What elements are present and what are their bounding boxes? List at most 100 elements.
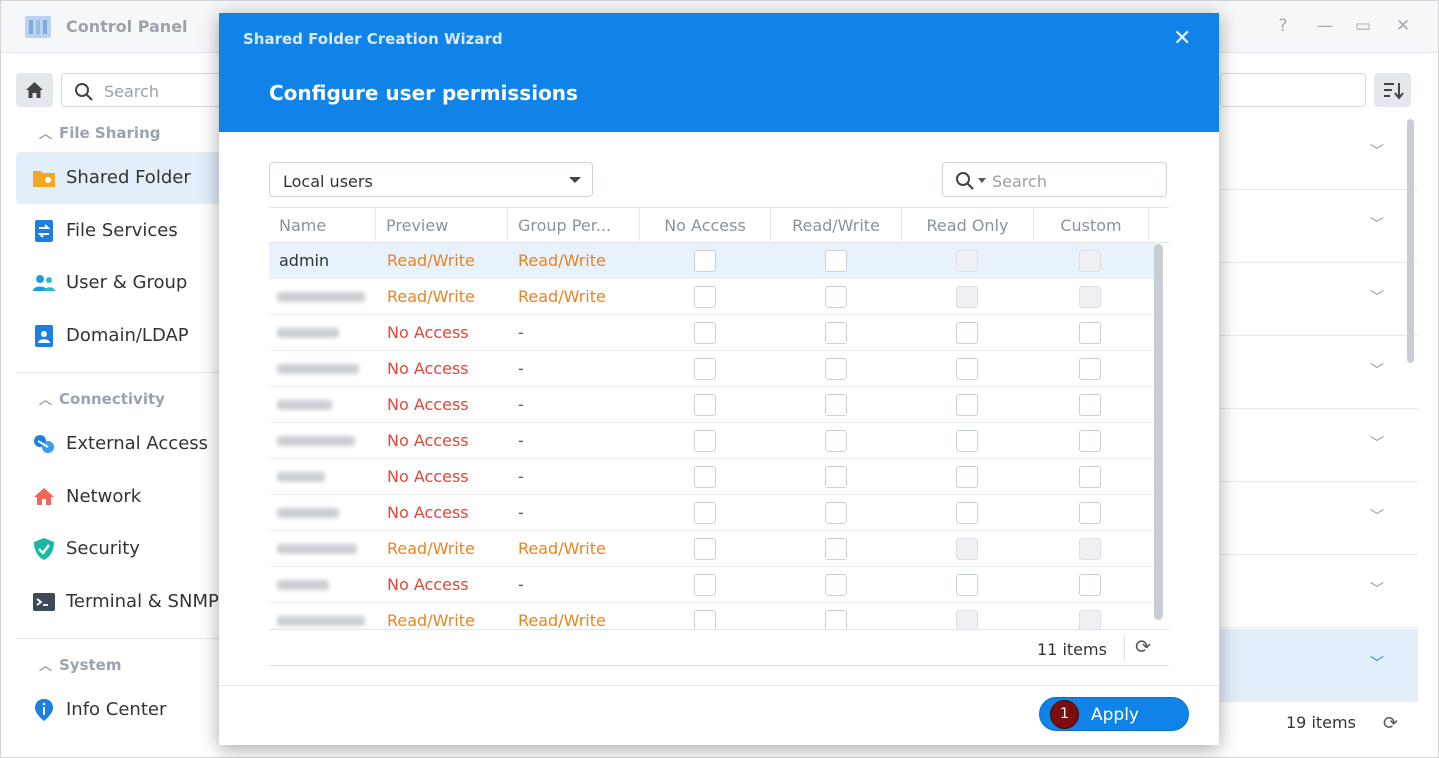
close-icon[interactable]: ✕ [1173, 26, 1191, 51]
table-scrollbar[interactable] [1154, 244, 1163, 620]
table-row[interactable]: No Access - [269, 423, 1156, 459]
custom-checkbox[interactable] [1079, 322, 1101, 344]
table-row[interactable]: admin Read/Write Read/Write [269, 243, 1156, 279]
no-access-checkbox[interactable] [694, 574, 716, 596]
column-header-custom[interactable]: Custom [1034, 208, 1149, 244]
sidebar-item-file-services[interactable]: File Services [16, 205, 220, 257]
chevron-down-icon[interactable]: ﹀ [1370, 579, 1384, 599]
custom-checkbox[interactable] [1079, 466, 1101, 488]
custom-checkbox[interactable] [1079, 358, 1101, 380]
chevron-down-icon[interactable]: ﹀ [1370, 214, 1384, 234]
column-header-preview[interactable]: Preview [376, 208, 508, 244]
table-row[interactable]: No Access - [269, 459, 1156, 495]
no-access-checkbox[interactable] [694, 394, 716, 416]
table-row[interactable]: Read/Write Read/Write [269, 531, 1156, 567]
window-close-icon[interactable]: ✕ [1392, 15, 1414, 37]
no-access-checkbox[interactable] [694, 538, 716, 560]
list-item-selected[interactable]: ﹀ [1220, 629, 1418, 702]
table-row[interactable]: Read/Write Read/Write [269, 603, 1156, 629]
read-write-checkbox[interactable] [825, 250, 847, 272]
permission-search-input[interactable]: Search [942, 162, 1167, 197]
sidebar-item-external-access[interactable]: External Access [16, 418, 220, 470]
user-type-select[interactable]: Local users [269, 162, 593, 197]
list-item[interactable]: ﹀ [1220, 263, 1418, 336]
read-write-checkbox[interactable] [825, 502, 847, 524]
read-only-checkbox[interactable] [956, 574, 978, 596]
redacted-user-name [277, 436, 355, 446]
sort-button[interactable] [1374, 73, 1411, 107]
table-row[interactable]: No Access - [269, 567, 1156, 603]
custom-checkbox[interactable] [1079, 430, 1101, 452]
home-button[interactable] [16, 73, 53, 107]
custom-checkbox[interactable] [1079, 502, 1101, 524]
control-panel-search-input[interactable]: Search [61, 73, 231, 107]
column-header-group-permission[interactable]: Group Per... [508, 208, 640, 244]
table-row[interactable]: Read/Write Read/Write [269, 279, 1156, 315]
help-icon[interactable]: ? [1272, 15, 1294, 37]
section-file-sharing[interactable]: ︿ File Sharing [39, 123, 160, 142]
list-scrollbar[interactable] [1407, 119, 1414, 363]
table-row[interactable]: No Access - [269, 315, 1156, 351]
list-item[interactable]: ﹀ [1220, 555, 1418, 628]
refresh-icon[interactable]: ⟳ [1135, 636, 1151, 658]
read-write-checkbox[interactable] [825, 538, 847, 560]
table-row[interactable]: No Access - [269, 495, 1156, 531]
custom-checkbox[interactable] [1079, 394, 1101, 416]
custom-checkbox[interactable] [1079, 574, 1101, 596]
read-only-checkbox[interactable] [956, 430, 978, 452]
list-item[interactable]: ﹀ [1220, 190, 1418, 263]
read-only-checkbox[interactable] [956, 358, 978, 380]
no-access-checkbox[interactable] [694, 322, 716, 344]
filter-input[interactable] [1220, 73, 1366, 107]
section-connectivity[interactable]: ︿ Connectivity [39, 389, 165, 408]
column-header-no-access[interactable]: No Access [640, 208, 771, 244]
list-item[interactable]: ﹀ [1220, 336, 1418, 409]
read-write-checkbox[interactable] [825, 430, 847, 452]
no-access-checkbox[interactable] [694, 466, 716, 488]
apply-button[interactable]: 1 Apply [1039, 697, 1189, 731]
read-write-checkbox[interactable] [825, 610, 847, 629]
sidebar-item-security[interactable]: Security [16, 523, 220, 575]
list-item[interactable]: ﹀ [1220, 409, 1418, 482]
read-write-checkbox[interactable] [825, 322, 847, 344]
read-only-checkbox[interactable] [956, 466, 978, 488]
list-item[interactable]: ﹀ [1220, 482, 1418, 555]
no-access-checkbox[interactable] [694, 250, 716, 272]
refresh-icon[interactable]: ⟳ [1383, 713, 1398, 734]
minimize-icon[interactable]: — [1314, 15, 1336, 37]
no-access-checkbox[interactable] [694, 358, 716, 380]
read-write-checkbox[interactable] [825, 394, 847, 416]
column-header-read-only[interactable]: Read Only [902, 208, 1034, 244]
read-only-checkbox[interactable] [956, 322, 978, 344]
maximize-icon[interactable]: ▭ [1352, 15, 1374, 37]
list-item[interactable]: ﹀ [1220, 117, 1418, 190]
section-system[interactable]: ︿ System [39, 655, 121, 674]
sidebar-item-network[interactable]: Network [16, 471, 220, 523]
chevron-down-icon[interactable]: ﹀ [1370, 433, 1384, 453]
read-write-checkbox[interactable] [825, 286, 847, 308]
sidebar-item-domain-ldap[interactable]: Domain/LDAP [16, 310, 220, 362]
read-only-checkbox[interactable] [956, 502, 978, 524]
read-write-checkbox[interactable] [825, 466, 847, 488]
no-access-checkbox[interactable] [694, 502, 716, 524]
chevron-down-icon[interactable]: ﹀ [1370, 506, 1384, 526]
search-options-caret-icon[interactable] [978, 178, 986, 183]
read-write-checkbox[interactable] [825, 358, 847, 380]
chevron-down-icon[interactable]: ﹀ [1370, 653, 1384, 673]
column-header-name[interactable]: Name [269, 208, 376, 244]
table-row[interactable]: No Access - [269, 351, 1156, 387]
sidebar-item-shared-folder[interactable]: Shared Folder [16, 152, 220, 204]
chevron-down-icon[interactable]: ﹀ [1370, 287, 1384, 307]
sidebar-item-info-center[interactable]: Info Center [16, 684, 220, 736]
column-header-read-write[interactable]: Read/Write [771, 208, 902, 244]
read-write-checkbox[interactable] [825, 574, 847, 596]
sidebar-item-terminal-snmp[interactable]: Terminal & SNMP [16, 576, 220, 628]
no-access-checkbox[interactable] [694, 610, 716, 629]
table-row[interactable]: No Access - [269, 387, 1156, 423]
no-access-checkbox[interactable] [694, 286, 716, 308]
read-only-checkbox[interactable] [956, 394, 978, 416]
chevron-down-icon[interactable]: ﹀ [1370, 360, 1384, 380]
sidebar-item-user-group[interactable]: User & Group [16, 257, 220, 309]
chevron-down-icon[interactable]: ﹀ [1370, 141, 1384, 161]
no-access-checkbox[interactable] [694, 430, 716, 452]
